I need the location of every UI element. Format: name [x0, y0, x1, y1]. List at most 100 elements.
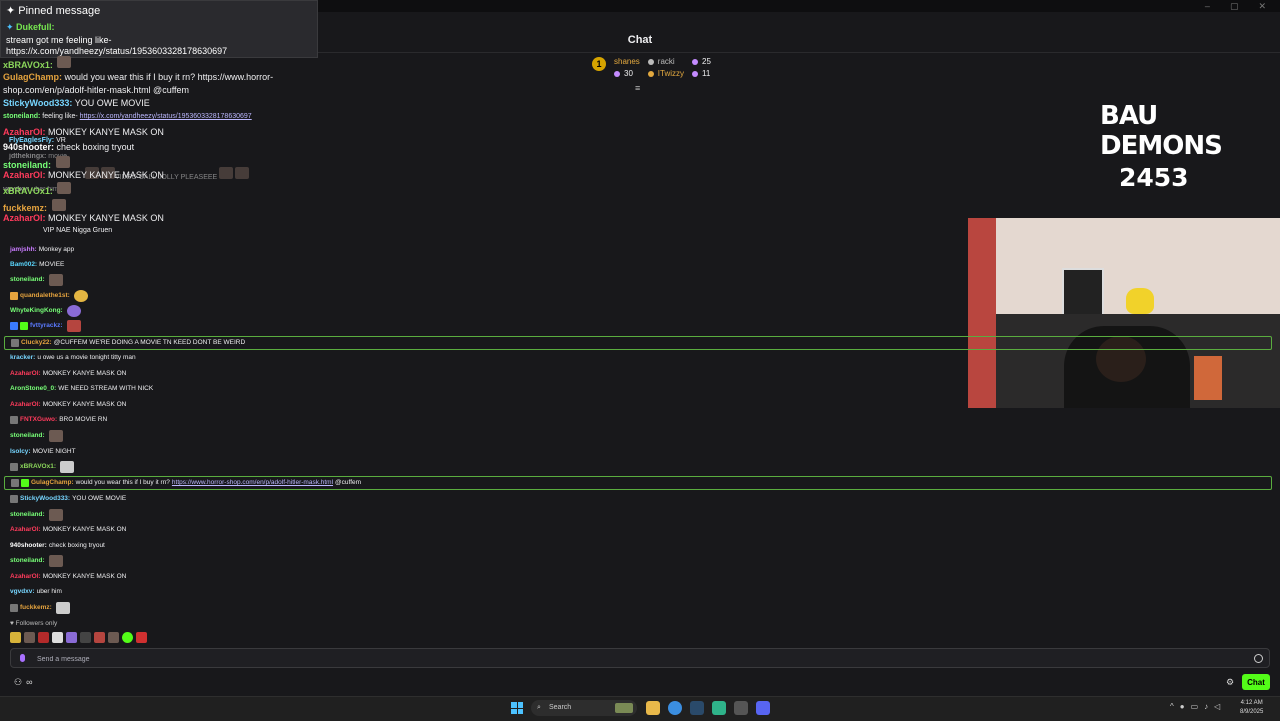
leaderboard-user[interactable]: shanes	[614, 57, 640, 66]
mic-tray-icon[interactable]: ♪	[1204, 702, 1208, 711]
list-item: Isolcy: MOVIE NIGHT	[10, 445, 76, 459]
username[interactable]: WhyteKingKong:	[10, 304, 63, 318]
close-icon[interactable]: ✕	[1258, 0, 1266, 12]
app-tray-icon[interactable]: ●	[1180, 702, 1185, 711]
gift-leaderboard[interactable]: 1 shanes 30 racki ITwizzy 25 11	[592, 57, 711, 78]
leaderboard-user[interactable]: racki	[658, 57, 675, 66]
list-item: Bam002: MOVIEE	[10, 258, 64, 272]
mention[interactable]: @cuffem	[335, 476, 361, 490]
file-explorer-icon[interactable]	[646, 701, 660, 715]
username[interactable]: stoneiland:	[10, 429, 45, 443]
username[interactable]: vgvdxv:	[10, 585, 35, 599]
taskbar-clock[interactable]: 4:12 AM 8/9/2025	[1240, 699, 1263, 717]
username[interactable]: GulagChamp:	[31, 476, 74, 490]
username[interactable]: StickyWood333:	[3, 98, 72, 108]
username[interactable]: AzaharOl:	[10, 398, 41, 412]
volume-icon[interactable]: ◁	[1214, 702, 1220, 711]
emote	[235, 167, 250, 179]
message-text: check boxing tryout	[48, 542, 105, 549]
username[interactable]: quandalethe1st:	[20, 289, 70, 303]
emote	[48, 430, 63, 442]
username[interactable]: stoneiland:	[3, 113, 40, 120]
username[interactable]: fuckkemz:	[20, 601, 52, 615]
username[interactable]: 940shooter:	[10, 539, 47, 553]
message-link[interactable]: https://www.horror-shop.com/en/p/adolf-h…	[172, 476, 333, 490]
username[interactable]: stoneiland:	[10, 273, 45, 287]
username[interactable]: xBRAVOx1:	[3, 186, 53, 196]
username[interactable]: 940shooter:	[3, 142, 54, 152]
emote-button[interactable]	[136, 632, 147, 643]
username[interactable]: AzaharOl:	[10, 523, 41, 537]
steam-icon[interactable]	[690, 701, 704, 715]
system-tray: ^ ● ▭ ♪ ◁	[1170, 702, 1220, 711]
username[interactable]: AzaharOl:	[3, 170, 46, 180]
network-icon[interactable]: ▭	[1191, 702, 1199, 711]
discord-icon[interactable]	[756, 701, 770, 715]
stream-overlay-counter: BAU DEMONS 2453	[1100, 101, 1280, 192]
username[interactable]: stoneiland:	[10, 508, 45, 522]
emote	[48, 509, 63, 521]
username[interactable]: Clucky22:	[21, 336, 52, 350]
username[interactable]: AzaharOl:	[3, 127, 46, 137]
send-chat-button[interactable]: Chat	[1242, 674, 1270, 690]
message-text: YOU OWE MOVIE	[74, 98, 150, 108]
pinned-text: stream got me feeling like- https://x.co…	[6, 35, 228, 56]
emote-button[interactable]	[52, 632, 63, 643]
windows-taskbar: ⌕ Search ^ ● ▭ ♪ ◁ 4:12 AM 8/9/2025	[0, 696, 1280, 721]
list-item: fvttyrackz:	[10, 319, 81, 333]
username[interactable]: FNTXGuwo:	[20, 413, 57, 427]
windows-start-icon[interactable]	[511, 702, 523, 714]
emote-button[interactable]	[24, 632, 35, 643]
chat-input[interactable]	[35, 652, 1239, 666]
gift-icon	[692, 58, 699, 65]
username[interactable]: jamjshh:	[10, 243, 37, 257]
emote-button[interactable]	[38, 632, 49, 643]
username[interactable]: GulagChamp:	[3, 72, 62, 82]
message-link[interactable]: https://x.com/yandheezy/status/195360332…	[80, 113, 252, 120]
emote-button[interactable]	[94, 632, 105, 643]
infinity-icon[interactable]: ∞	[26, 677, 32, 688]
chevron-up-icon[interactable]: ^	[1170, 702, 1174, 711]
username[interactable]: fvttyrackz:	[30, 319, 63, 333]
taskbar-search[interactable]: ⌕ Search	[531, 700, 637, 716]
username[interactable]: AzaharOl:	[3, 213, 46, 223]
username[interactable]: xBRAVOx1:	[20, 460, 56, 474]
overlay-message: AzaharOl: MONKEY KANYE MASK ON	[3, 127, 164, 137]
users-icon[interactable]: ⚇	[14, 677, 22, 688]
app-icon[interactable]	[734, 701, 748, 715]
pinned-header: Pinned message	[18, 5, 101, 17]
chat-input-box[interactable]	[10, 648, 1270, 668]
gear-icon[interactable]: ⚙	[1226, 677, 1234, 688]
emoji-icon[interactable]	[1254, 654, 1263, 663]
minimize-icon[interactable]: –	[1205, 0, 1210, 12]
username[interactable]: StickyWood333:	[20, 492, 70, 506]
emote	[73, 290, 88, 302]
pinned-user[interactable]: Dukefull:	[16, 22, 55, 32]
emote-button[interactable]	[66, 632, 77, 643]
emote-button[interactable]	[122, 632, 133, 643]
username[interactable]: stoneiland:	[3, 160, 51, 170]
message-text: Monkey app	[38, 246, 75, 253]
username[interactable]: stoneiland:	[10, 554, 45, 568]
username[interactable]: kracker:	[10, 351, 35, 365]
microphone-icon[interactable]	[20, 654, 25, 662]
username[interactable]: AzaharOl:	[10, 367, 41, 381]
maximize-icon[interactable]: ▢	[1230, 0, 1239, 12]
username[interactable]: fuckkemz:	[3, 203, 47, 213]
username[interactable]: Bam002:	[10, 258, 37, 272]
emote-button[interactable]	[10, 632, 21, 643]
username[interactable]: AronStone0_0:	[10, 382, 56, 396]
chrome-icon[interactable]	[668, 701, 682, 715]
pinned-message[interactable]: ✦ Pinned message ✦ Dukefull: stream got …	[0, 0, 318, 58]
emote	[57, 182, 72, 194]
emote-button[interactable]	[80, 632, 91, 643]
message-text: u owe us a movie tonight titty man	[37, 354, 136, 361]
username[interactable]: Isolcy:	[10, 445, 31, 459]
app-icon[interactable]	[712, 701, 726, 715]
webcam-door	[968, 218, 996, 408]
chevron-collapse-icon[interactable]: ≡	[635, 83, 640, 93]
emote-button[interactable]	[108, 632, 119, 643]
leaderboard-user[interactable]: ITwizzy	[658, 69, 684, 78]
username[interactable]: AzaharOl:	[10, 570, 41, 584]
username[interactable]: xBRAVOx1:	[3, 60, 53, 70]
